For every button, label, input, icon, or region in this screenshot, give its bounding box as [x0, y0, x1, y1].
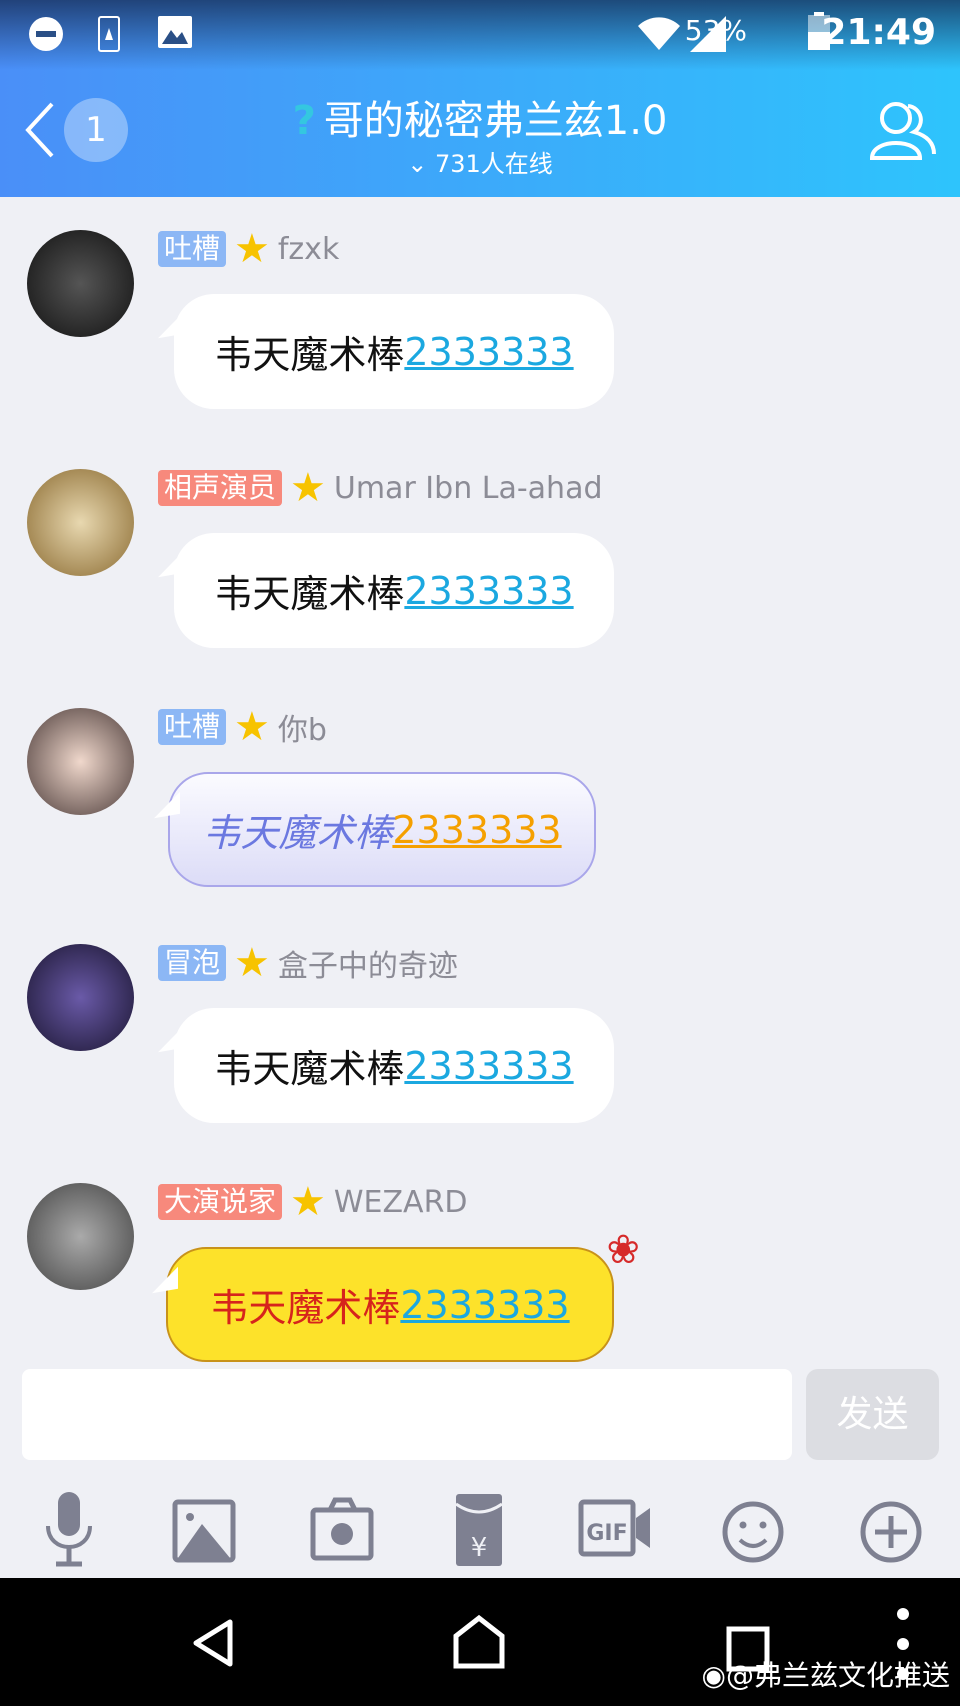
message-bubble[interactable]: 韦天魔术棒 2333333 — [174, 294, 614, 409]
message-text: 韦天魔术棒 — [214, 333, 405, 377]
wifi-icon — [638, 17, 680, 50]
message-text: 韦天魔术棒 — [214, 1047, 405, 1091]
sender-nickname[interactable]: fzxk — [278, 232, 339, 267]
star-icon: ★ — [234, 226, 270, 272]
phone-alert-icon — [98, 16, 120, 52]
star-icon: ★ — [290, 465, 326, 511]
status-bar: 53% 21:49 — [0, 0, 960, 70]
svg-text:GIF: GIF — [586, 1521, 627, 1546]
star-icon: ★ — [234, 704, 270, 750]
sender-row: 吐槽 ★ fzxk — [158, 226, 339, 272]
message-link[interactable]: 2333333 — [404, 1044, 573, 1088]
chevron-down-circle-icon: ⌄ — [407, 150, 428, 178]
question-icon: ? — [292, 98, 316, 144]
weibo-icon: ◉ — [701, 1659, 726, 1692]
sender-row: 相声演员 ★ Umar Ibn La-ahad — [158, 465, 603, 511]
red-packet-icon[interactable]: ¥ — [444, 1490, 514, 1570]
image-icon[interactable] — [170, 1490, 240, 1570]
nav-home-icon[interactable] — [452, 1614, 506, 1670]
member-title-badge: 冒泡 — [158, 945, 227, 981]
svg-text:¥: ¥ — [471, 1533, 488, 1563]
message-link[interactable]: 2333333 — [400, 1283, 569, 1327]
watermark: ◉@弗兰兹文化推送 — [702, 1654, 950, 1694]
sender-row: 吐槽 ★ 你b — [158, 704, 327, 750]
watermark-text: @弗兰兹文化推送 — [725, 1659, 950, 1692]
group-name: 哥的秘密弗兰兹1.0 — [323, 98, 668, 144]
sender-nickname[interactable]: Umar Ibn La-ahad — [334, 471, 603, 506]
sender-nickname[interactable]: WEZARD — [334, 1185, 468, 1220]
android-nav-bar: ◉@弗兰兹文化推送 — [0, 1578, 960, 1706]
member-title-badge: 大演说家 — [158, 1184, 283, 1220]
header: 53% 21:49 1 ? 哥的秘密弗兰兹1.0 ⌄ 731人在线 — [0, 0, 960, 197]
online-count[interactable]: ⌄ 731人在线 — [0, 144, 960, 179]
chat-message: 大演说家 ★ WEZARD 韦天魔术棒 2333333 ❀ — [0, 1179, 960, 1398]
message-bubble[interactable]: 韦天魔术棒 2333333 — [174, 1008, 614, 1123]
avatar[interactable] — [27, 944, 134, 1051]
image-notification-icon — [158, 16, 192, 48]
message-text: 韦天魔术棒 — [202, 811, 393, 855]
message-bubble[interactable]: 韦天魔术棒 2333333 ❀ — [166, 1227, 640, 1362]
input-toolbar: ¥ GIF — [0, 1490, 960, 1570]
nav-back-icon[interactable] — [190, 1618, 236, 1668]
sender-row: 大演说家 ★ WEZARD — [158, 1179, 468, 1225]
battery-percent: 53% — [684, 14, 747, 47]
member-title-badge: 吐槽 — [158, 709, 227, 745]
dnd-icon — [29, 17, 63, 51]
message-link[interactable]: 2333333 — [404, 569, 573, 613]
plus-icon[interactable] — [856, 1490, 926, 1570]
chat-message: 吐槽 ★ fzxk 韦天魔术棒 2333333 — [0, 226, 960, 445]
camera-icon[interactable] — [308, 1490, 378, 1570]
mic-icon[interactable] — [34, 1490, 104, 1570]
member-title-badge: 吐槽 — [158, 231, 227, 267]
sender-row: 冒泡 ★ 盒子中的奇迹 — [158, 940, 458, 986]
star-icon: ★ — [234, 940, 270, 986]
member-title-badge: 相声演员 — [158, 470, 283, 506]
chat-message: 相声演员 ★ Umar Ibn La-ahad 韦天魔术棒 2333333 — [0, 465, 960, 684]
message-text: 韦天魔术棒 — [214, 572, 405, 616]
chat-message: 吐槽 ★ 你b 韦天魔术棒 2333333 — [0, 704, 960, 923]
star-icon: ★ — [290, 1179, 326, 1225]
chat-message: 冒泡 ★ 盒子中的奇迹 韦天魔术棒 2333333 — [0, 940, 960, 1159]
page-title: ? 哥的秘密弗兰兹1.0 — [0, 88, 960, 146]
avatar[interactable] — [27, 708, 134, 815]
message-bubble[interactable]: 韦天魔术棒 2333333 — [174, 533, 614, 648]
gif-icon[interactable]: GIF — [578, 1490, 654, 1570]
send-button[interactable]: 发送 — [806, 1369, 939, 1460]
avatar[interactable] — [27, 1183, 134, 1290]
group-members-icon[interactable] — [868, 96, 938, 166]
message-input[interactable] — [22, 1369, 792, 1460]
message-link[interactable]: 2333333 — [392, 808, 561, 852]
avatar[interactable] — [27, 469, 134, 576]
candy-icon: ❀ — [606, 1227, 640, 1273]
online-text: 731人在线 — [434, 150, 553, 178]
clock: 21:49 — [821, 12, 936, 53]
sender-nickname[interactable]: 你b — [278, 705, 327, 749]
emoji-icon[interactable] — [718, 1490, 788, 1570]
sender-nickname[interactable]: 盒子中的奇迹 — [278, 941, 458, 985]
message-bubble[interactable]: 韦天魔术棒 2333333 — [168, 772, 596, 887]
avatar[interactable] — [27, 230, 134, 337]
message-text: 韦天魔术棒 — [210, 1286, 401, 1330]
message-link[interactable]: 2333333 — [404, 330, 573, 374]
